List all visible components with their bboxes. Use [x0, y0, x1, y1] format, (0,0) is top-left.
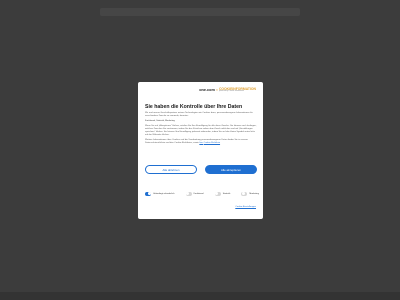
logo-onecom: one.com [199, 88, 215, 93]
functional-switch[interactable] [185, 192, 192, 196]
more-info-text: Weitere Informationen über Cookies und d… [145, 139, 248, 144]
dialog-body: Sie haben die Kontrolle über Ihre Daten … [145, 104, 257, 145]
logo-cookieinformation-block: COOKIEINFORMATION powered by Cookie Info… [218, 87, 256, 93]
reject-all-button[interactable]: Alle ablehnen [145, 165, 197, 174]
cookie-consent-dialog: one.com × COOKIEINFORMATION powered by C… [138, 82, 263, 219]
statistics-switch[interactable] [214, 192, 221, 196]
cookie-settings-link[interactable]: Cookie-Einstellungen [235, 206, 256, 208]
purposes-list: Funktional, Statistik, Marketing [145, 120, 175, 122]
cookie-policy-link[interactable]: Cookie-Richtlinie [204, 142, 220, 144]
brand-logo: one.com × COOKIEINFORMATION powered by C… [199, 87, 256, 93]
dialog-intro-text: Wir und unsere Geschäftspartner nutzen T… [145, 112, 253, 117]
switch-knob [147, 192, 151, 196]
toggle-label: Statistik [222, 192, 231, 195]
switch-knob [241, 192, 245, 196]
switch-knob [185, 192, 189, 196]
toggle-necessary[interactable]: Unbedingt erforderlich [145, 192, 175, 196]
toggle-label: Marketing [249, 192, 259, 195]
toggle-functional[interactable]: Funktional [185, 192, 204, 196]
dialog-title: Sie haben die Kontrolle über Ihre Daten [145, 104, 243, 110]
dialog-more-text: Weitere Informationen über Cookies und d… [145, 139, 257, 145]
logo-separator: × [215, 88, 218, 93]
necessary-switch[interactable] [145, 192, 151, 196]
toggle-label: Funktional [193, 192, 204, 195]
policy-link[interactable]: hier [199, 142, 203, 144]
switch-knob [215, 192, 218, 196]
logo-tagline: powered by Cookie Information [218, 90, 244, 93]
consent-buttons: Alle ablehnen Alle akzeptieren [145, 165, 257, 174]
accept-all-button[interactable]: Alle akzeptieren [205, 165, 257, 174]
dialog-details-text: Wenn Sie auf „Akzeptieren“ klicken, erte… [145, 125, 257, 136]
background-header-bar [100, 8, 300, 16]
toggle-label: Unbedingt erforderlich [153, 192, 175, 195]
consent-toggles: Unbedingt erforderlich Funktional Statis… [145, 192, 259, 196]
dialog-header: one.com × COOKIEINFORMATION powered by C… [138, 82, 263, 99]
background-footer-strip [0, 292, 400, 300]
toggle-statistics[interactable]: Statistik [214, 192, 231, 196]
toggle-marketing[interactable]: Marketing [241, 192, 259, 196]
marketing-switch[interactable] [241, 192, 248, 196]
